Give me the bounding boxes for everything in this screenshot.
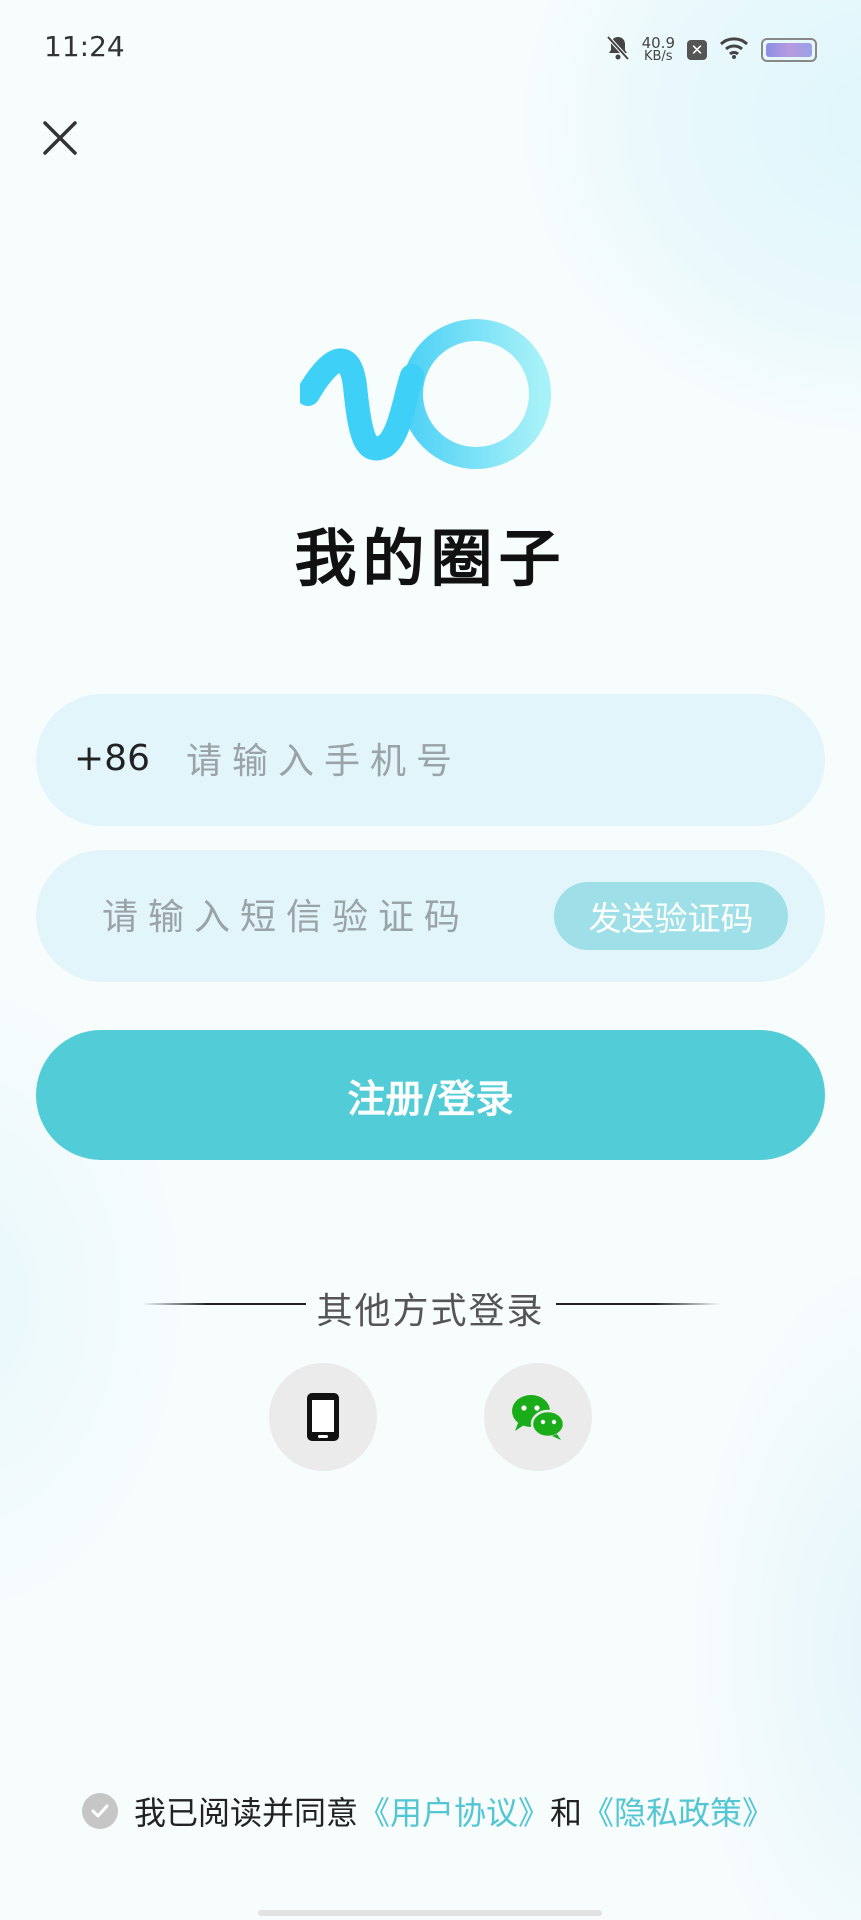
- wifi-icon: [719, 36, 749, 64]
- divider-right: [556, 1303, 720, 1305]
- net-speed: 40.9 KB/s: [641, 34, 675, 64]
- bell-muted-icon: [606, 35, 630, 65]
- agreement-prefix: 我已阅读并同意: [134, 1794, 359, 1832]
- register-login-button[interactable]: 注册/登录: [36, 1030, 825, 1160]
- sms-code-input[interactable]: [100, 886, 524, 948]
- battery-icon: [761, 38, 817, 62]
- agree-checkbox[interactable]: [82, 1793, 118, 1829]
- app-name: 我的圈子: [294, 522, 567, 595]
- x-badge-icon: ✕: [687, 40, 707, 60]
- agreement-and: 和: [550, 1794, 583, 1832]
- close-button[interactable]: [40, 118, 80, 158]
- other-login-label: 其他方式登录: [316, 1291, 545, 1332]
- home-indicator[interactable]: [258, 1910, 602, 1916]
- agreement-row: 我已阅读并同意 《用户协议》 和 《隐私政策》: [82, 1788, 774, 1834]
- privacy-policy-link[interactable]: 《隐私政策》: [582, 1788, 774, 1834]
- mobile-phone-icon: [307, 1393, 339, 1441]
- check-icon: [91, 1804, 109, 1818]
- status-icons: 40.9 KB/s ✕: [606, 30, 817, 70]
- close-icon: [43, 121, 77, 155]
- send-code-button[interactable]: 发送验证码: [554, 882, 788, 950]
- phone-login-button[interactable]: [269, 1363, 377, 1471]
- user-agreement-link[interactable]: 《用户协议》: [358, 1788, 550, 1834]
- phone-input[interactable]: [184, 730, 768, 792]
- app-logo-icon: [296, 316, 560, 472]
- wechat-login-button[interactable]: [484, 1363, 592, 1471]
- country-code[interactable]: +86: [74, 738, 150, 779]
- status-time: 11:24: [44, 30, 125, 63]
- wechat-icon: [512, 1395, 566, 1440]
